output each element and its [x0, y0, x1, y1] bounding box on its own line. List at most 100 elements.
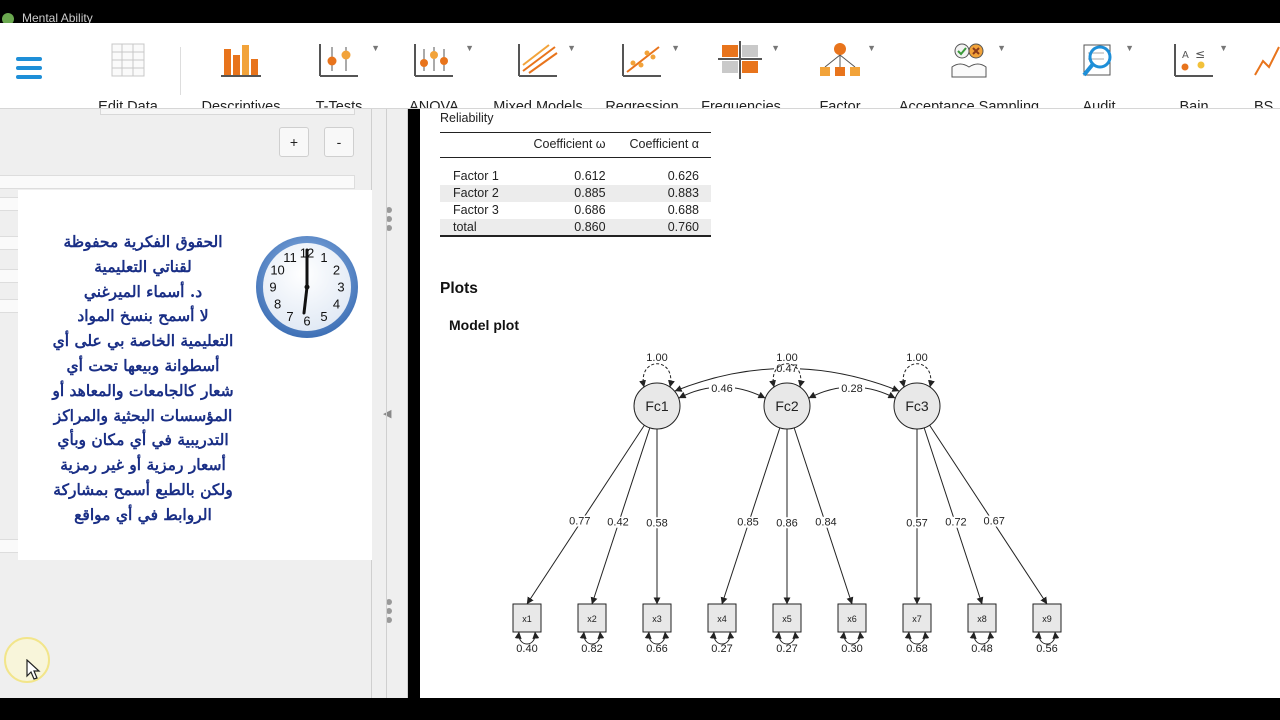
mouse-pointer-icon [26, 659, 41, 680]
indicator-node-label: x1 [522, 614, 532, 624]
mixed-models-label: Mixed Models [493, 99, 583, 109]
remove-button[interactable]: - [324, 127, 354, 157]
panel-splitter[interactable]: ◀ [372, 109, 408, 698]
loading-label: 0.42 [607, 517, 628, 529]
clock-numeral: 2 [333, 263, 340, 278]
copyright-line: التدريبية في أي مكان وبأي [57, 430, 229, 450]
acceptance-sampling-dropdown-icon[interactable]: ▼ [997, 43, 1006, 53]
residual-variance-label: 0.56 [1036, 643, 1057, 655]
factor-label: Factor [819, 99, 861, 109]
clock-numeral: 6 [303, 314, 310, 329]
indicator-node-label: x7 [912, 614, 922, 624]
audit-dropdown-icon[interactable]: ▼ [1125, 43, 1134, 53]
residual-variance-label: 0.27 [776, 643, 797, 655]
acceptance-sampling-icon [951, 43, 987, 78]
anova-button[interactable]: ▼ ANOVA [402, 41, 474, 108]
loading-label: 0.57 [906, 517, 927, 529]
main-menu-button[interactable] [16, 57, 42, 79]
residual-variance-label: 0.40 [516, 643, 537, 655]
indicator-node-label: x4 [717, 614, 727, 624]
loading-label: 0.72 [945, 517, 966, 529]
spreadsheet-icon [111, 43, 145, 77]
options-field[interactable] [100, 109, 355, 115]
factor-button[interactable]: ▼ Factor [812, 41, 876, 108]
drag-handle-icon[interactable] [386, 207, 393, 234]
residual-variance-label: 0.30 [841, 643, 862, 655]
svg-text:A: A [1182, 50, 1189, 61]
bain-button[interactable]: A ≤ ▼ Bain [1170, 41, 1228, 108]
clock-numeral: 7 [286, 309, 293, 324]
clock-numeral: 9 [269, 280, 276, 295]
mixed-models-icon [518, 44, 558, 77]
bar-chart-icon [221, 45, 261, 77]
add-button[interactable]: + [279, 127, 309, 157]
frequencies-button[interactable]: ▼ Frequencies [698, 41, 784, 108]
ribbon-separator [180, 47, 181, 95]
factor-icon [820, 43, 860, 76]
indicator-node-label: x3 [652, 614, 662, 624]
acceptance-sampling-label: Acceptance Sampling [898, 99, 1040, 109]
results-pane: Reliability Coefficient ω Coefficient α … [420, 109, 1280, 698]
analysis-ribbon: Edit Data Descriptives ▼ T-Tests ▼ ANOVA [0, 23, 1280, 109]
indicator-node-label: x8 [977, 614, 987, 624]
edit-data-button[interactable]: Edit Data [90, 41, 166, 108]
clock-numeral: 4 [333, 297, 340, 312]
frequencies-label: Frequencies [701, 99, 781, 109]
audit-button[interactable]: ▼ Audit [1074, 41, 1134, 108]
edit-data-label: Edit Data [98, 99, 158, 109]
factor-variance-label: 1.00 [646, 352, 667, 364]
clock-numeral: 3 [337, 280, 344, 295]
copyright-line: الحقوق الفكرية محفوظة [63, 232, 223, 251]
anova-dropdown-icon[interactable]: ▼ [465, 43, 474, 53]
audit-magnifier-icon [1082, 44, 1112, 77]
residual-variance-label: 0.82 [581, 643, 602, 655]
factor-node-label: Fc1 [645, 398, 669, 414]
residual-variance-label: 0.48 [971, 643, 992, 655]
copyright-line: لقناتي التعليمية [94, 256, 192, 276]
factor-variance-label: 1.00 [906, 352, 927, 364]
frequencies-dropdown-icon[interactable]: ▼ [771, 43, 780, 53]
bottom-bar [0, 698, 1280, 720]
copyright-line: شعار كالجامعات والمعاهد أو [52, 380, 234, 400]
clock-numeral: 5 [320, 309, 327, 324]
copyright-line: أسطوانة وبيعها تحت أي [66, 355, 220, 375]
copyright-line: أسعار رمزية أو غير رمزية [60, 455, 226, 475]
descriptives-button[interactable]: Descriptives [196, 41, 286, 108]
factor-node-label: Fc3 [905, 398, 929, 414]
clock-numeral: 1 [320, 250, 327, 265]
options-strip [0, 175, 355, 189]
collapse-arrow-icon[interactable]: ◀ [383, 407, 391, 420]
loading-label: 0.77 [569, 516, 590, 528]
t-tests-icon [319, 44, 358, 77]
factor-dropdown-icon[interactable]: ▼ [867, 43, 876, 53]
drag-handle-icon[interactable] [386, 599, 393, 626]
loading-label: 0.58 [646, 517, 667, 529]
copyright-line: د. أسماء الميرغني [83, 281, 203, 301]
svg-text:≤: ≤ [1195, 47, 1205, 61]
splitter-edge [407, 109, 408, 698]
path-diagram: 0.46 0.280.471.00Fc11.00Fc21.00Fc30.77x10… [512, 352, 1062, 655]
regression-dropdown-icon[interactable]: ▼ [671, 43, 680, 53]
regression-icon [622, 44, 661, 77]
residual-variance-label: 0.68 [906, 643, 927, 655]
mixed-models-button[interactable]: ▼ Mixed Models [490, 41, 586, 108]
bain-dropdown-icon[interactable]: ▼ [1219, 43, 1228, 53]
regression-button[interactable]: ▼ Regression [600, 41, 684, 108]
t-tests-dropdown-icon[interactable]: ▼ [371, 43, 380, 53]
bain-label: Bain [1179, 99, 1209, 109]
indicator-node-label: x9 [1042, 614, 1052, 624]
bsts-label: BS [1254, 99, 1274, 109]
mixed-models-dropdown-icon[interactable]: ▼ [567, 43, 576, 53]
splitter-edge [386, 109, 387, 698]
t-tests-button[interactable]: ▼ T-Tests [304, 41, 380, 108]
regression-label: Regression [605, 99, 679, 109]
factor-node-label: Fc2 [775, 398, 799, 414]
clock-numeral: 11 [283, 250, 297, 265]
loading-label: 0.86 [776, 517, 797, 529]
watermark-overlay: الحقوق الفكرية محفوظة لقناتي التعليمية د… [18, 190, 386, 560]
acceptance-sampling-button[interactable]: ▼ Acceptance Sampling [894, 41, 1044, 108]
bsts-button[interactable]: BS [1252, 41, 1280, 108]
covariance-label: 0.47 [776, 363, 797, 375]
clock-numeral: 8 [274, 297, 281, 312]
covariance-label: 0.28 [841, 383, 862, 395]
